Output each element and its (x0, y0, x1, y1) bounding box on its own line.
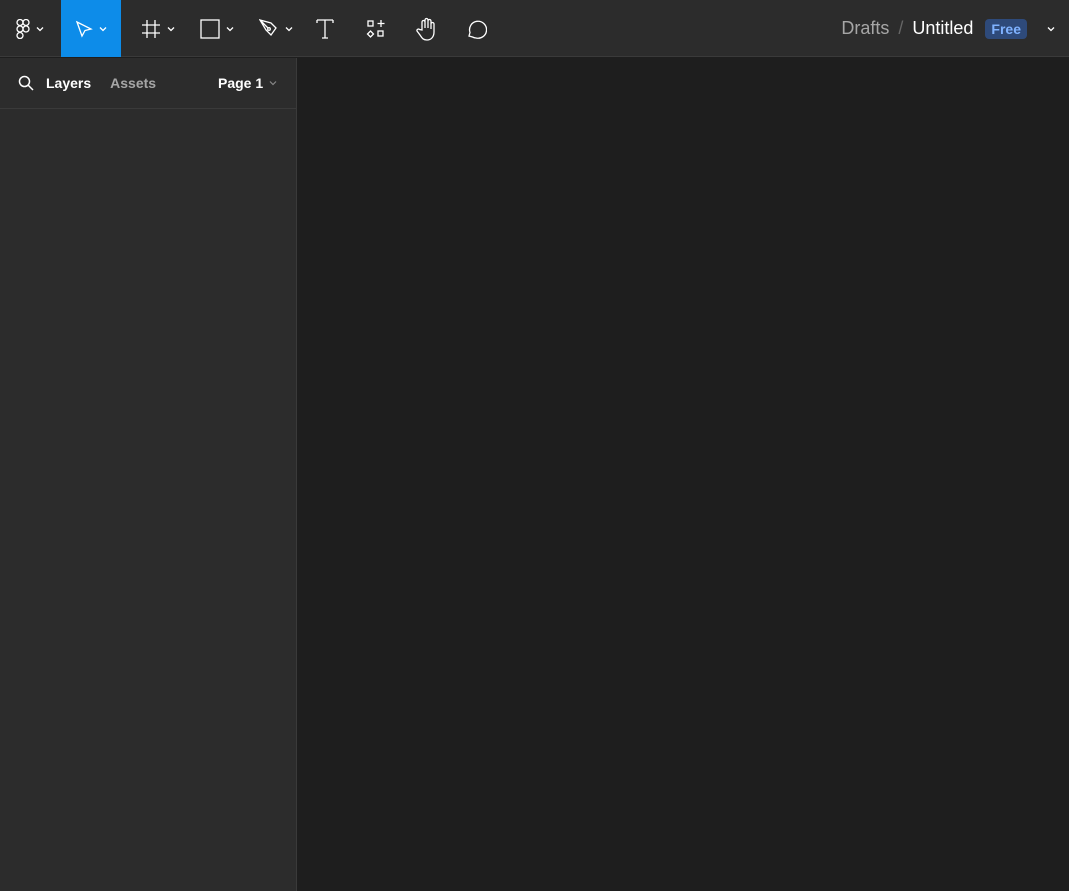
chevron-down-icon (167, 26, 175, 31)
chevron-down-icon (226, 26, 234, 31)
page-selector[interactable]: Page 1 (218, 75, 277, 91)
hand-tool-button[interactable] (411, 0, 441, 57)
frame-icon (142, 19, 160, 38)
plan-badge[interactable]: Free (985, 18, 1027, 39)
left-sidebar: Layers Assets Page 1 (0, 58, 297, 891)
breadcrumb-drafts[interactable]: Drafts (841, 18, 889, 39)
frame-tool-button[interactable] (136, 0, 180, 57)
comment-icon (468, 20, 487, 39)
tab-layers[interactable]: Layers (46, 75, 91, 91)
breadcrumb: Drafts / Untitled Free (841, 0, 1069, 57)
main-menu-button[interactable] (8, 0, 52, 57)
shape-tool-button[interactable] (195, 0, 239, 57)
pen-icon (259, 18, 277, 36)
page-name: Page 1 (218, 75, 264, 91)
chevron-down-icon (285, 26, 293, 31)
file-title[interactable]: Untitled (912, 18, 973, 39)
text-tool-button[interactable] (310, 0, 340, 57)
move-tool-button[interactable] (61, 0, 121, 57)
comment-tool-button[interactable] (461, 0, 491, 57)
chevron-down-icon (269, 81, 277, 86)
hand-icon (416, 17, 435, 41)
sidebar-header: Layers Assets Page 1 (0, 58, 296, 109)
toolbar: Drafts / Untitled Free (0, 0, 1069, 57)
resources-button[interactable] (361, 0, 391, 57)
cursor-icon (75, 20, 93, 38)
figma-logo-icon (16, 18, 30, 39)
tab-assets[interactable]: Assets (110, 75, 156, 91)
chevron-down-icon (99, 26, 107, 31)
canvas[interactable] (298, 58, 1069, 891)
resources-icon (366, 19, 385, 38)
rectangle-icon (200, 18, 220, 39)
breadcrumb-separator: / (898, 18, 904, 38)
chevron-down-icon (36, 26, 44, 31)
search-icon[interactable] (18, 75, 34, 91)
file-menu-chevron-icon[interactable] (1047, 25, 1055, 33)
pen-tool-button[interactable] (254, 0, 298, 57)
text-icon (316, 18, 334, 39)
